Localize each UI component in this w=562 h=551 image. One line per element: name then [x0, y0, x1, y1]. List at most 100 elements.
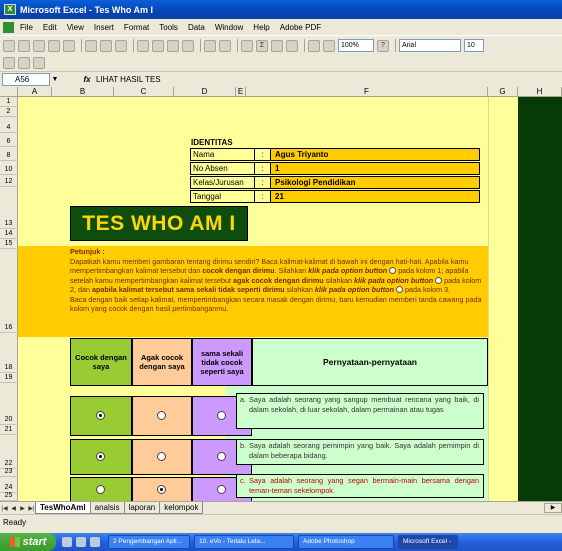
q1-option-agak-cocok[interactable]	[157, 411, 166, 420]
email-icon[interactable]	[63, 39, 75, 52]
menu-adobe-pdf[interactable]: Adobe PDF	[280, 23, 321, 32]
menu-edit[interactable]: Edit	[43, 23, 57, 32]
select-all-corner[interactable]	[0, 87, 18, 97]
sort-ascending-icon[interactable]	[271, 39, 283, 52]
column-header-a[interactable]: A	[18, 87, 52, 97]
q1-option-cocok[interactable]	[96, 411, 105, 420]
open-icon[interactable]	[18, 39, 30, 52]
formula-input[interactable]: LIHAT HASIL TES	[96, 75, 161, 84]
kelas-value[interactable]: Psikologi Pendidikan	[270, 176, 480, 189]
convert-pdf-icon[interactable]	[3, 57, 15, 69]
q1-option-tidak-cocok[interactable]	[217, 411, 226, 420]
font-size-select[interactable]: 10	[464, 39, 484, 52]
help-icon[interactable]: ?	[377, 39, 389, 52]
taskbar-item[interactable]: 10. eVo - Terlalu Lela...	[194, 535, 294, 549]
row-header[interactable]: 20	[0, 383, 18, 425]
sheet-tab-laporan[interactable]: laporan	[123, 502, 161, 514]
q2-option-agak-cocok[interactable]	[157, 452, 166, 461]
row-header[interactable]: 18	[0, 333, 18, 373]
column-header-e[interactable]: E	[236, 87, 246, 97]
column-header-d[interactable]: D	[174, 87, 236, 97]
menu-view[interactable]: View	[67, 23, 84, 32]
sheet-tab-kelompok[interactable]: kelompok	[159, 502, 204, 514]
paste-icon[interactable]	[167, 39, 179, 52]
browser-icon[interactable]	[76, 537, 86, 547]
drawing-icon[interactable]	[323, 39, 335, 52]
q3-option-tidak-cocok[interactable]	[217, 485, 226, 494]
convert-pdf-email-icon[interactable]	[18, 57, 30, 69]
row-header[interactable]: 15	[0, 239, 18, 249]
column-header-g[interactable]: G	[488, 87, 518, 97]
new-icon[interactable]	[3, 39, 15, 52]
media-icon[interactable]	[90, 537, 100, 547]
row-header[interactable]: 25	[0, 492, 18, 501]
workbook-icon[interactable]	[3, 21, 14, 33]
row-header[interactable]: 2	[0, 107, 18, 117]
format-painter-icon[interactable]	[182, 39, 194, 52]
name-value[interactable]: Agus Triyanto	[270, 148, 480, 161]
cut-icon[interactable]	[137, 39, 149, 52]
font-name-select[interactable]: Arial	[399, 39, 461, 52]
hyperlink-icon[interactable]	[241, 39, 253, 52]
menu-help[interactable]: Help	[253, 23, 269, 32]
sort-descending-icon[interactable]	[286, 39, 298, 52]
row-header[interactable]: 19	[0, 373, 18, 383]
column-header-c[interactable]: C	[114, 87, 174, 97]
row-header[interactable]: 1	[0, 97, 18, 107]
name-box-dropdown-icon[interactable]: ▼	[50, 76, 60, 83]
column-header-b[interactable]: B	[52, 87, 114, 97]
row-header[interactable]: 8	[0, 147, 18, 161]
absen-value[interactable]: 1	[270, 162, 480, 175]
pdf-review-icon[interactable]	[33, 57, 45, 69]
save-icon[interactable]	[33, 39, 45, 52]
menu-data[interactable]: Data	[188, 23, 205, 32]
q2-option-tidak-cocok[interactable]	[217, 452, 226, 461]
menu-tools[interactable]: Tools	[159, 23, 178, 32]
sheet-tab-analsis[interactable]: analsis	[89, 502, 125, 514]
title-bar[interactable]: X Microsoft Excel - Tes Who Am I	[0, 0, 562, 19]
copy-icon[interactable]	[152, 39, 164, 52]
print-preview-icon[interactable]	[100, 39, 112, 52]
print-icon[interactable]	[85, 39, 97, 52]
row-header[interactable]: 23	[0, 468, 18, 477]
column-header-f[interactable]: F	[246, 87, 488, 97]
row-header[interactable]: 14	[0, 229, 18, 239]
row-header[interactable]: 10	[0, 161, 18, 175]
row-header[interactable]: 24	[0, 477, 18, 493]
permission-icon[interactable]	[48, 39, 60, 52]
sheet-tab-teswhoami[interactable]: TesWhoAmI	[35, 502, 91, 514]
start-button[interactable]: start	[0, 533, 56, 551]
chart-wizard-icon[interactable]	[308, 39, 320, 52]
taskbar-item[interactable]: 2 Pengembangan Apli...	[108, 535, 190, 549]
row-header[interactable]: 13	[0, 187, 18, 229]
menu-format[interactable]: Format	[124, 23, 149, 32]
next-sheet-icon[interactable]: ▶	[18, 505, 27, 512]
redo-icon[interactable]	[219, 39, 231, 52]
row-header[interactable]: 16	[0, 249, 18, 333]
row-header[interactable]: 22	[0, 435, 18, 469]
show-desktop-icon[interactable]	[62, 537, 72, 547]
column-header-h[interactable]: H	[518, 87, 562, 97]
q3-option-agak-cocok[interactable]	[157, 485, 166, 494]
spelling-icon[interactable]	[115, 39, 127, 52]
first-sheet-icon[interactable]: |◀	[0, 505, 9, 512]
name-box[interactable]: A56	[2, 73, 50, 86]
menu-window[interactable]: Window	[215, 23, 243, 32]
row-header[interactable]: 21	[0, 425, 18, 435]
q2-option-cocok[interactable]	[96, 452, 105, 461]
row-header[interactable]: 4	[0, 117, 18, 133]
row-header[interactable]: 6	[0, 133, 18, 147]
insert-function-icon[interactable]: fx	[80, 75, 94, 84]
row-header[interactable]: 12	[0, 175, 18, 187]
undo-icon[interactable]	[204, 39, 216, 52]
zoom-select[interactable]: 100%	[338, 39, 374, 52]
tanggal-value[interactable]: 21	[270, 190, 480, 203]
autosum-icon[interactable]: Σ	[256, 39, 268, 52]
taskbar-item-active[interactable]: Microsoft Excel -	[398, 535, 458, 549]
prev-sheet-icon[interactable]: ◀	[9, 505, 18, 512]
menu-file[interactable]: File	[20, 23, 33, 32]
scroll-right-icon[interactable]: ▶	[544, 503, 562, 513]
taskbar-item[interactable]: Adobe Photoshop	[298, 535, 394, 549]
q3-option-cocok[interactable]	[96, 485, 105, 494]
menu-insert[interactable]: Insert	[94, 23, 114, 32]
